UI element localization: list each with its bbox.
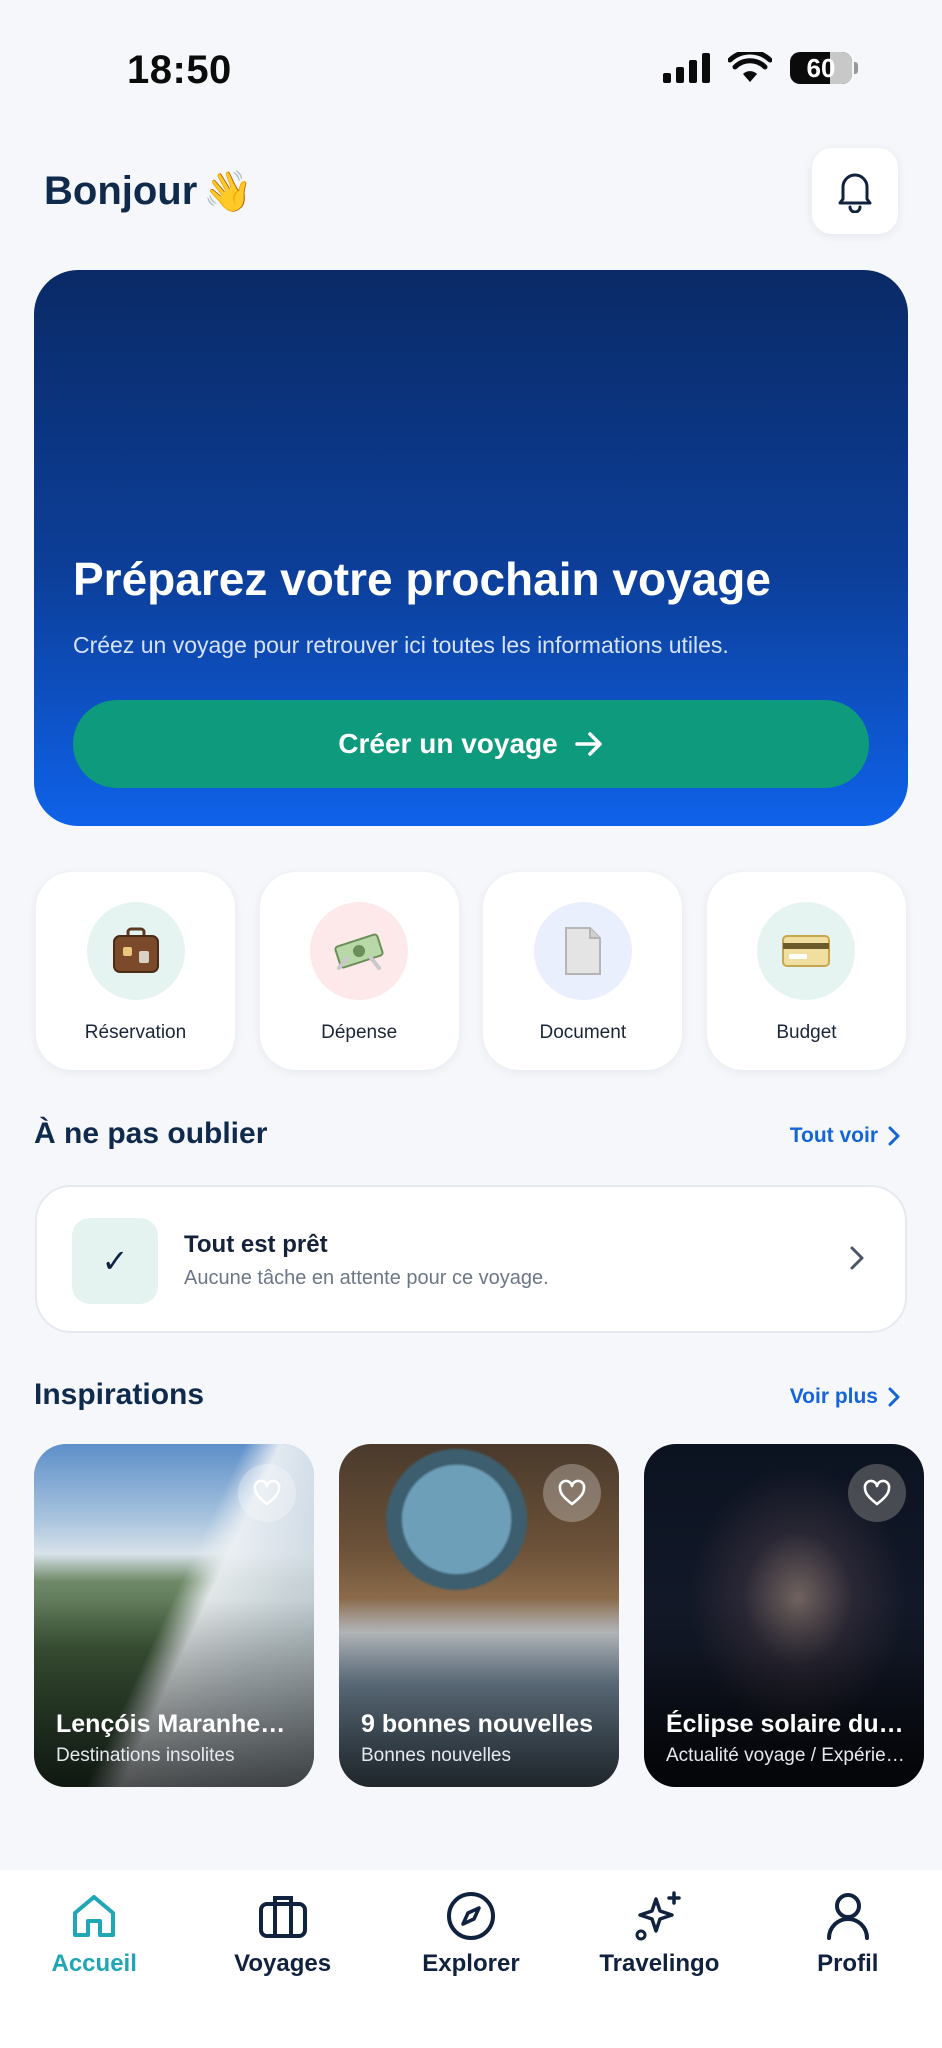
quick-action-label: Document bbox=[539, 1022, 627, 1043]
nav-label: Explorer bbox=[422, 1950, 520, 1977]
nav-item-home[interactable]: Accueil bbox=[4, 1888, 184, 2048]
card-title: 9 bonnes nouvelles bbox=[361, 1710, 594, 1738]
see-all-link[interactable]: Tout voir bbox=[790, 1124, 900, 1148]
inspiration-card[interactable]: 9 bonnes nouvelles Bonnes nouvelles bbox=[339, 1444, 619, 1787]
card-category: Destinations insolites bbox=[56, 1745, 235, 1766]
waving-hand-icon: 👋 bbox=[203, 170, 254, 214]
briefcase-icon bbox=[255, 1888, 311, 1944]
task-subtitle: Aucune tâche en attente pour ce voyage. bbox=[184, 1267, 549, 1289]
create-trip-label: Créer un voyage bbox=[338, 728, 558, 759]
quick-action-expense[interactable]: Dépense bbox=[259, 872, 459, 1070]
luggage-icon bbox=[86, 902, 185, 1000]
see-more-label: Voir plus bbox=[789, 1385, 878, 1408]
quick-action-label: Budget bbox=[776, 1022, 837, 1043]
favorite-button[interactable] bbox=[848, 1464, 906, 1522]
home-icon bbox=[66, 1888, 122, 1944]
quick-action-budget[interactable]: Budget bbox=[706, 872, 906, 1070]
bell-icon bbox=[838, 173, 872, 213]
inspirations-carousel[interactable]: Lençóis Maranhenses Destinations insolit… bbox=[34, 1444, 924, 1787]
task-title: Tout est prêt bbox=[184, 1231, 328, 1258]
inspirations-title: Inspirations bbox=[34, 1378, 205, 1411]
nav-item-explore[interactable]: Explorer bbox=[381, 1888, 561, 2048]
checkmark-icon: ✓ bbox=[72, 1218, 158, 1304]
hero-card: Préparez votre prochain voyage Créez un … bbox=[34, 270, 908, 826]
credit-card-icon bbox=[757, 902, 856, 1000]
nav-label: Accueil bbox=[51, 1950, 137, 1977]
wifi-icon bbox=[728, 52, 772, 82]
battery-icon: 60 bbox=[790, 52, 858, 84]
nav-label: Voyages bbox=[234, 1950, 332, 1977]
see-more-link[interactable]: Voir plus bbox=[790, 1385, 900, 1409]
card-title: Lençóis Maranhenses bbox=[56, 1710, 296, 1738]
task-card[interactable]: ✓ Tout est prêt Aucune tâche en attente … bbox=[35, 1185, 907, 1333]
inspiration-card[interactable]: Lençóis Maranhenses Destinations insolit… bbox=[34, 1444, 314, 1787]
heart-icon bbox=[558, 1479, 586, 1506]
nav-item-trips[interactable]: Voyages bbox=[193, 1888, 373, 2048]
inspiration-card[interactable]: Éclipse solaire du siècle Actualité voya… bbox=[644, 1444, 924, 1787]
status-time: 18:50 bbox=[127, 48, 232, 92]
card-category: Bonnes nouvelles bbox=[361, 1745, 511, 1766]
arrow-right-icon bbox=[574, 732, 602, 756]
compass-icon bbox=[443, 1888, 499, 1944]
heart-icon bbox=[863, 1479, 891, 1506]
chevron-right-icon bbox=[888, 1126, 900, 1146]
nav-item-travelingo[interactable]: Travelingo bbox=[569, 1888, 749, 2048]
user-icon bbox=[820, 1888, 876, 1944]
hero-subtitle: Créez un voyage pour retrouver ici toute… bbox=[73, 632, 729, 658]
quick-action-label: Réservation bbox=[84, 1022, 187, 1043]
quick-action-reservation[interactable]: Réservation bbox=[36, 872, 235, 1070]
greeting: Bonjour 👋 bbox=[44, 168, 253, 215]
document-icon bbox=[533, 902, 632, 1000]
card-title: Éclipse solaire du siècle bbox=[666, 1710, 906, 1738]
card-category: Actualité voyage / Expériences bbox=[666, 1745, 906, 1766]
favorite-button[interactable] bbox=[238, 1464, 296, 1522]
status-bar: 18:50 60 bbox=[0, 0, 942, 130]
cellular-signal-icon bbox=[663, 53, 710, 83]
notifications-button[interactable] bbox=[812, 148, 898, 234]
bottom-navigation: Accueil Voyages Explorer Travelingo Prof… bbox=[0, 1870, 942, 2048]
greeting-text: Bonjour bbox=[44, 169, 198, 213]
quick-actions: Réservation Dépense Document Budget bbox=[36, 872, 906, 1070]
status-icons: 60 bbox=[663, 52, 858, 84]
sparkle-icon bbox=[631, 1888, 687, 1944]
nav-label: Travelingo bbox=[599, 1950, 720, 1977]
heart-icon bbox=[253, 1479, 281, 1506]
see-all-label: Tout voir bbox=[789, 1124, 878, 1147]
hero-title: Préparez votre prochain voyage bbox=[73, 553, 771, 605]
chevron-right-icon bbox=[850, 1246, 864, 1270]
nav-item-profile[interactable]: Profil bbox=[758, 1888, 938, 2048]
reminders-title: À ne pas oublier bbox=[34, 1117, 268, 1150]
quick-action-label: Dépense bbox=[321, 1022, 398, 1043]
battery-level: 60 bbox=[806, 52, 836, 83]
nav-label: Profil bbox=[817, 1950, 879, 1977]
quick-action-document[interactable]: Document bbox=[483, 872, 683, 1070]
create-trip-button[interactable]: Créer un voyage bbox=[73, 700, 869, 788]
money-icon bbox=[310, 902, 409, 1000]
favorite-button[interactable] bbox=[543, 1464, 601, 1522]
chevron-right-icon bbox=[888, 1387, 900, 1407]
